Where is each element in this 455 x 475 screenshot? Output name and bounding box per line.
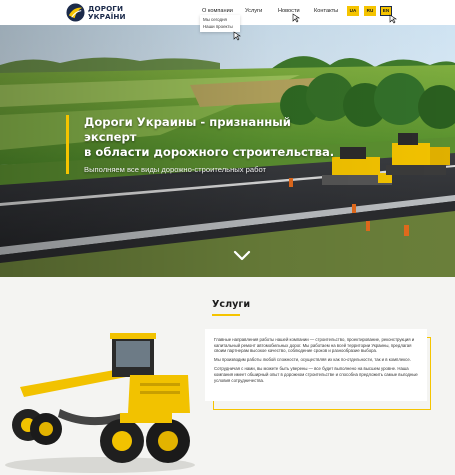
lang-ua-button[interactable]: UA bbox=[347, 6, 359, 16]
nav-item-services[interactable]: Услуги bbox=[245, 8, 262, 14]
hero-title-line-1: Дороги Украины - признанный эксперт bbox=[84, 115, 291, 144]
chevron-down-icon[interactable] bbox=[233, 250, 251, 262]
dropdown-item-projects[interactable]: Наши проекты bbox=[203, 24, 238, 31]
services-paragraph-2: Мы производим работы любой сложности, ос… bbox=[214, 357, 411, 363]
services-title-underline bbox=[212, 314, 240, 316]
nav-item-contacts[interactable]: Контакты bbox=[314, 8, 338, 14]
services-paragraph-3: Сотрудничая с нами, вы можете быть увере… bbox=[214, 366, 418, 383]
mouse-pointer-icon bbox=[233, 31, 241, 41]
hero-title-line-2: в области дорожного строительства. bbox=[84, 145, 335, 159]
mouse-pointer-icon bbox=[389, 14, 397, 24]
services-paragraph-1: Главные направления работы нашей компани… bbox=[214, 337, 415, 354]
about-dropdown-menu: Мы сегодня Наши проекты bbox=[200, 15, 240, 32]
services-title: Услуги bbox=[212, 299, 251, 310]
hero-section: Дороги Украины - признанный эксперт в об… bbox=[0, 25, 455, 277]
mouse-pointer-icon bbox=[292, 13, 300, 23]
services-section: Услуги Главные направления работы нашей … bbox=[0, 277, 455, 475]
lang-ru-button[interactable]: RU bbox=[364, 6, 376, 16]
services-card: Главные направления работы нашей компани… bbox=[205, 329, 427, 401]
hero-title: Дороги Украины - признанный эксперт в об… bbox=[84, 115, 336, 160]
hero-headline-block: Дороги Украины - признанный эксперт в об… bbox=[66, 115, 336, 174]
motor-grader-image bbox=[5, 333, 195, 473]
hero-subtitle: Выполняем все виды дорожно-строительных … bbox=[84, 165, 266, 174]
